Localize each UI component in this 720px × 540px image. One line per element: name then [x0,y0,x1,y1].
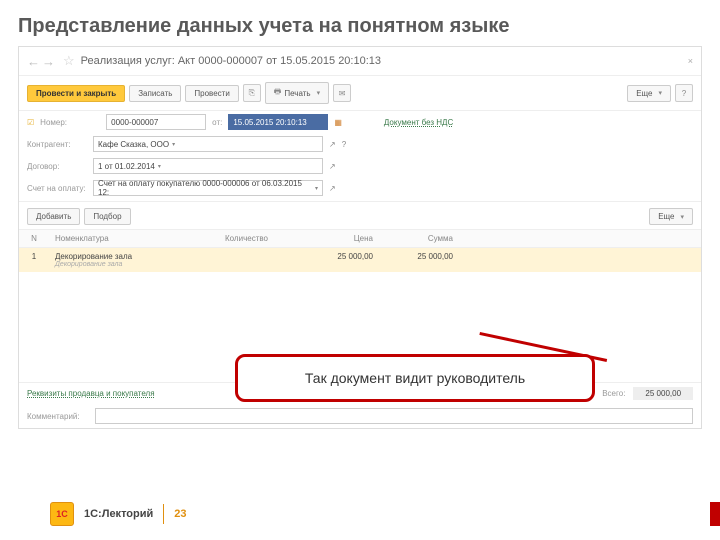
slide-title: Представление данных учета на понятном я… [0,0,720,46]
th-n: N [19,230,49,247]
open-icon-3[interactable]: ↗ [329,184,336,193]
cell-price: 25 000,00 [299,248,379,272]
print-button[interactable]: 🖶Печать [265,82,329,104]
structure-icon[interactable]: ⎘ [243,84,261,102]
contract-input[interactable]: 1 от 01.02.2014 [93,158,323,174]
help-button[interactable]: ? [675,84,693,102]
th-nom: Номенклатура [49,230,219,247]
cell-sum: 25 000,00 [379,248,459,272]
from-label: от: [212,118,222,127]
no-vat-link[interactable]: Документ без НДС [384,118,453,127]
open-icon[interactable]: ↗ [329,140,336,149]
doc-header: ←→ ☆ Реализация услуг: Акт 0000-000007 о… [19,47,701,76]
number-input[interactable]: 0000-000007 [106,114,206,130]
th-sum: Сумма [379,230,459,247]
logo-1c-icon: 1C [50,502,74,526]
table-more-button[interactable]: Еще [649,208,693,225]
page-number: 23 [174,508,186,520]
red-accent [710,502,720,526]
main-toolbar: Провести и закрыть Записать Провести ⎘ 🖶… [19,76,701,111]
contractor-label: Контрагент: [27,140,87,149]
invoice-label: Счет на оплату: [27,184,87,193]
contract-label: Договор: [27,162,87,171]
save-button[interactable]: Записать [129,85,181,102]
footer-brand: 1С:Лекторий [84,508,153,520]
date-input[interactable]: 15.05.2015 20:10:13 [228,114,328,130]
invoice-input[interactable]: Счет на оплату покупателю 0000-000006 от… [93,180,323,196]
email-icon[interactable]: ✉ [333,84,351,102]
cell-nom: Декорирование зала Декорирование зала [49,248,219,272]
doc-title: Реализация услуг: Акт 0000-000007 от 15.… [81,55,381,67]
cell-qty [219,248,299,272]
close-icon[interactable]: × [688,56,693,66]
annotation-callout: Так документ видит руководитель [235,354,595,402]
total-label: Всего: [602,389,625,398]
table-row[interactable]: 1 Декорирование зала Декорирование зала … [19,248,701,272]
callout-connector [480,332,610,356]
footer-row-2: Комментарий: [19,404,701,428]
favorite-star-icon[interactable]: ☆ [63,53,75,69]
contractor-input[interactable]: Кафе Сказка, ООО [93,136,323,152]
posted-icon: ☑ [27,118,34,127]
cell-n: 1 [19,248,49,272]
nav-arrows[interactable]: ←→ [27,54,57,69]
th-price: Цена [299,230,379,247]
seller-buyer-link[interactable]: Реквизиты продавца и покупателя [27,389,155,398]
table-toolbar: Добавить Подбор Еще [19,204,701,229]
comment-label: Комментарий: [27,412,87,421]
comment-input[interactable] [95,408,693,424]
slide-footer: 1C 1С:Лекторий 23 [50,502,187,526]
post-close-button[interactable]: Провести и закрыть [27,85,125,102]
calendar-icon[interactable]: ▦ [334,118,342,127]
number-label: Номер: [40,118,100,127]
th-qty: Количество [219,230,299,247]
add-row-button[interactable]: Добавить [27,208,80,225]
open-icon-2[interactable]: ↗ [329,162,336,171]
more-button[interactable]: Еще [627,85,671,102]
total-value: 25 000,00 [633,387,693,400]
select-items-button[interactable]: Подбор [84,208,130,225]
info-icon[interactable]: ? [342,140,346,149]
post-button[interactable]: Провести [185,85,238,102]
